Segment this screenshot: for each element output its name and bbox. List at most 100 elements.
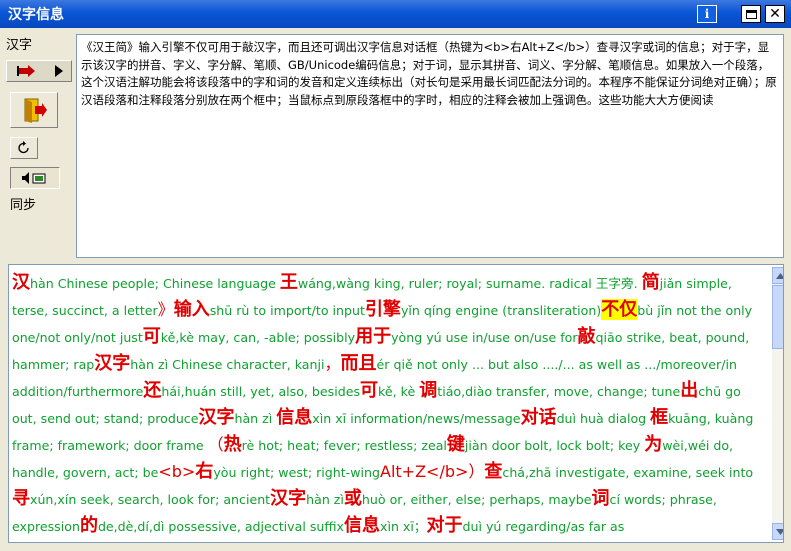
maximize-button[interactable]	[741, 5, 761, 23]
gloss-hanzi[interactable]: 信息	[276, 407, 312, 428]
gloss-content: 汉hàn Chinese people; Chinese language 王w…	[12, 270, 764, 542]
gloss-definition: still, yet, also, besides	[216, 384, 361, 399]
gloss-hanzi[interactable]: 引擎	[365, 299, 401, 320]
gloss-hanzi[interactable]: 为	[644, 434, 662, 455]
gloss-hanzi[interactable]: 而且	[341, 353, 377, 374]
sound-toggle[interactable]	[10, 167, 60, 189]
title-bar[interactable]: 汉字信息 i ✕	[0, 0, 791, 28]
refresh-button[interactable]	[10, 137, 38, 159]
gloss-hanzi[interactable]: 用于	[355, 326, 391, 347]
gloss-hanzi[interactable]: 汉字	[270, 488, 306, 509]
gloss-punctuation: Alt+Z</b>）	[380, 462, 485, 481]
gloss-pinyin: duì huà	[556, 411, 604, 426]
gloss-pinyin: yǐn qíng	[400, 303, 452, 318]
scroll-thumb[interactable]	[772, 285, 783, 349]
scroll-up-icon	[776, 272, 783, 279]
gloss-pinyin: hàn zì	[306, 492, 344, 507]
sync-label: 同步	[10, 198, 37, 213]
gloss-definition: possessive, adjectival suffix	[164, 519, 344, 534]
gloss-hanzi[interactable]: 信息	[344, 515, 380, 536]
gloss-hanzi[interactable]: 出	[680, 380, 698, 401]
gloss-hanzi[interactable]: 对于	[426, 515, 462, 536]
gloss-pinyin: duì yú	[462, 519, 502, 534]
gloss-punctuation: （	[207, 435, 224, 454]
gloss-definition: information/news/message	[346, 411, 521, 426]
hanzi-label: 汉字	[6, 38, 33, 53]
gloss-definition: dialog	[603, 411, 651, 426]
gloss-definition: investigate, examine, seek into	[551, 465, 754, 480]
gloss-hanzi[interactable]: 输入	[174, 299, 210, 320]
gloss-pinyin: huò	[361, 492, 386, 507]
gloss-definition: or, either, else; perhaps, maybe	[385, 492, 592, 507]
gloss-pinyin: chá,zhā	[502, 465, 552, 480]
gloss-hanzi[interactable]: 可	[143, 326, 161, 347]
gloss-pinyin: cí	[609, 492, 620, 507]
gloss-pinyin: xìn xī	[380, 519, 414, 534]
scroll-down-button[interactable]	[772, 523, 783, 540]
gloss-hanzi[interactable]: 王	[280, 272, 298, 293]
gloss-pinyin: yòu	[213, 465, 237, 480]
gloss-hanzi[interactable]: 键	[447, 434, 465, 455]
gloss-hanzi[interactable]: 对话	[521, 407, 557, 428]
gloss-definition: use in/use on/use for	[441, 330, 578, 345]
info-icon[interactable]: i	[697, 5, 717, 23]
open-door-button[interactable]	[10, 92, 58, 128]
gloss-pinyin: de,dè,dí,dì	[97, 519, 165, 534]
gloss-hanzi[interactable]: 汉字	[94, 353, 130, 374]
gloss-hanzi[interactable]: 汉	[12, 272, 30, 293]
gloss-definition: ；	[413, 519, 427, 534]
navigate-icon	[17, 65, 63, 77]
close-button[interactable]: ✕	[765, 5, 785, 23]
gloss-pinyin: xìn xī	[312, 411, 347, 426]
open-door-icon	[24, 98, 47, 123]
gloss-hanzi[interactable]: 查	[484, 461, 502, 482]
hanzi-info-window: 汉字信息 i ✕ 汉字 同步 《汉王简》输入引擎不仅可用于敲汉字，而且还可调出汉…	[0, 0, 791, 551]
gloss-pinyin: yòng yú	[391, 330, 442, 345]
source-text: 《汉王简》输入引擎不仅可用于敲汉字，而且还可调出汉字信息对话框（热键为<b>右A…	[81, 40, 777, 107]
gloss-definition: frame; framework; door frame	[12, 438, 208, 453]
refresh-icon	[18, 141, 29, 154]
maximize-icon	[745, 9, 757, 19]
gloss-hanzi[interactable]: 热	[224, 434, 242, 455]
gloss-text-box[interactable]: 汉hàn Chinese people; Chinese language 王w…	[8, 264, 784, 543]
gloss-hanzi[interactable]: 简	[642, 272, 660, 293]
gloss-definition: regarding/as far as	[501, 519, 625, 534]
source-text-box[interactable]: 《汉王简》输入引擎不仅可用于敲汉字，而且还可调出汉字信息对话框（热键为<b>右A…	[76, 34, 784, 258]
gloss-pinyin: jiàn	[464, 438, 488, 453]
gloss-hanzi[interactable]: 敲	[578, 326, 596, 347]
gloss-pinyin: tiáo,diào	[437, 384, 493, 399]
gloss-definition: king, ruler; royal; surname. radical 王字旁…	[369, 276, 642, 291]
scroll-down-icon	[776, 528, 783, 535]
gloss-hanzi[interactable]: 还	[143, 380, 161, 401]
gloss-pinyin: shū rù	[209, 303, 250, 318]
navigate-button[interactable]	[6, 60, 72, 82]
gloss-hanzi[interactable]: 汉字	[198, 407, 234, 428]
gloss-definition: hot; heat; fever; restless; zeal	[254, 438, 447, 453]
gloss-pinyin: hàn	[30, 276, 54, 291]
gloss-definition: Chinese people; Chinese language	[53, 276, 280, 291]
gloss-pinyin: kuāng, kuàng	[668, 411, 754, 426]
gloss-pinyin: bù jǐn	[637, 303, 673, 318]
gloss-hanzi[interactable]: 不仅	[601, 299, 638, 320]
gloss-hanzi[interactable]: 的	[80, 515, 98, 536]
gloss-hanzi[interactable]: 或	[344, 488, 362, 509]
gloss-hanzi[interactable]: 寻	[12, 488, 30, 509]
gloss-definition: to import/to input	[249, 303, 365, 318]
gloss-definition: may, can, -able; possibly	[193, 330, 356, 345]
vertical-scrollbar[interactable]	[772, 267, 783, 540]
gloss-definition: right; west; right-wing	[236, 465, 380, 480]
gloss-hanzi[interactable]: 词	[592, 488, 610, 509]
gloss-pinyin: qiāo	[595, 330, 623, 345]
gloss-pinyin: jiǎn	[659, 276, 683, 291]
gloss-pinyin: hàn zì	[130, 357, 169, 372]
gloss-pinyin: wáng,wàng	[297, 276, 370, 291]
gloss-pinyin: ér qiě	[376, 357, 413, 372]
gloss-pinyin: rè	[241, 438, 255, 453]
gloss-hanzi[interactable]: 框	[650, 407, 668, 428]
gloss-hanzi[interactable]: 可	[360, 380, 378, 401]
gloss-pinyin: kě, kè	[378, 384, 416, 399]
scroll-up-button[interactable]	[772, 267, 783, 284]
gloss-hanzi[interactable]: 调	[419, 380, 437, 401]
gloss-definition: transfer, move, change; tune	[492, 384, 681, 399]
gloss-hanzi[interactable]: 右	[195, 461, 213, 482]
